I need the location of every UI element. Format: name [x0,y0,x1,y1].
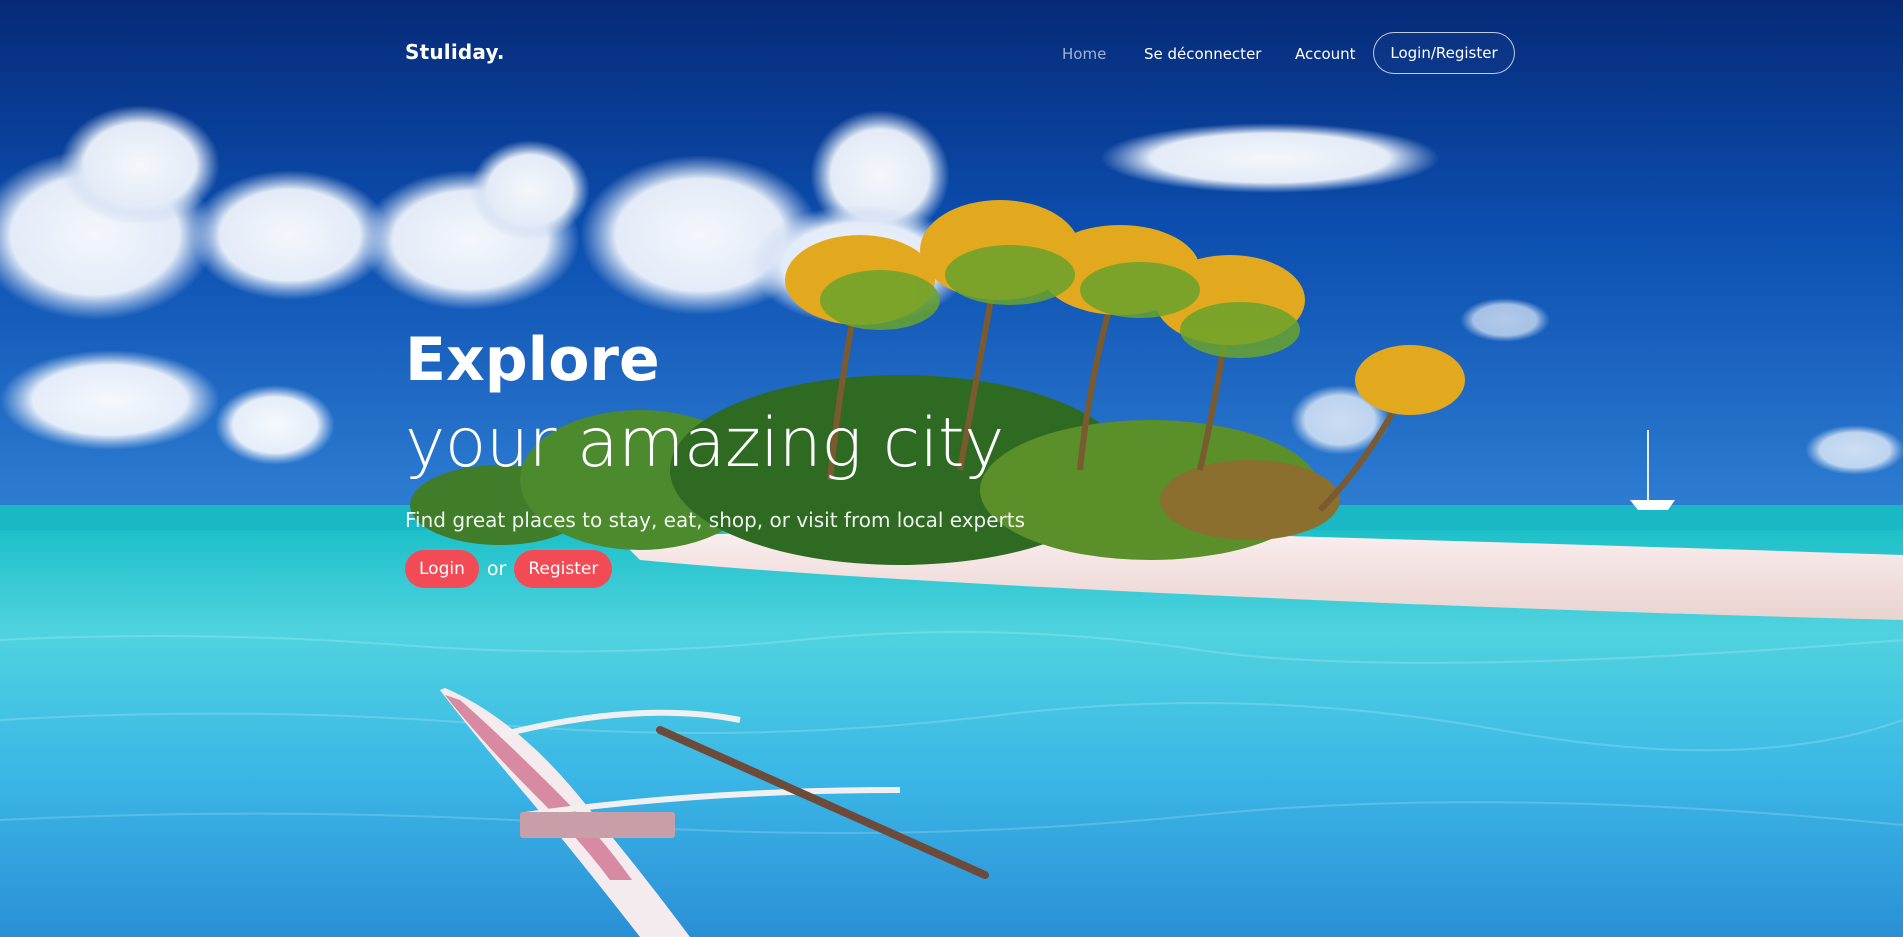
hero-register-button[interactable]: Register [514,550,613,588]
brand-logo[interactable]: Stuliday. [405,40,505,64]
hero-login-button[interactable]: Login [405,550,479,588]
top-navbar: Stuliday. Home Se déconnecter Account Lo… [0,0,1903,108]
nav-link-account[interactable]: Account [1295,45,1356,63]
hero-or-text: or [486,558,507,580]
hero-title: Explore [405,325,660,395]
hero-cta-row: Login or Register [405,550,613,588]
hero-subtitle: Find great places to stay, eat, shop, or… [405,508,1026,532]
hero-title-secondary: your amazing city [405,404,1004,483]
nav-link-logout[interactable]: Se déconnecter [1144,45,1261,63]
nav-link-home[interactable]: Home [1062,45,1106,63]
login-register-button[interactable]: Login/Register [1373,32,1515,74]
